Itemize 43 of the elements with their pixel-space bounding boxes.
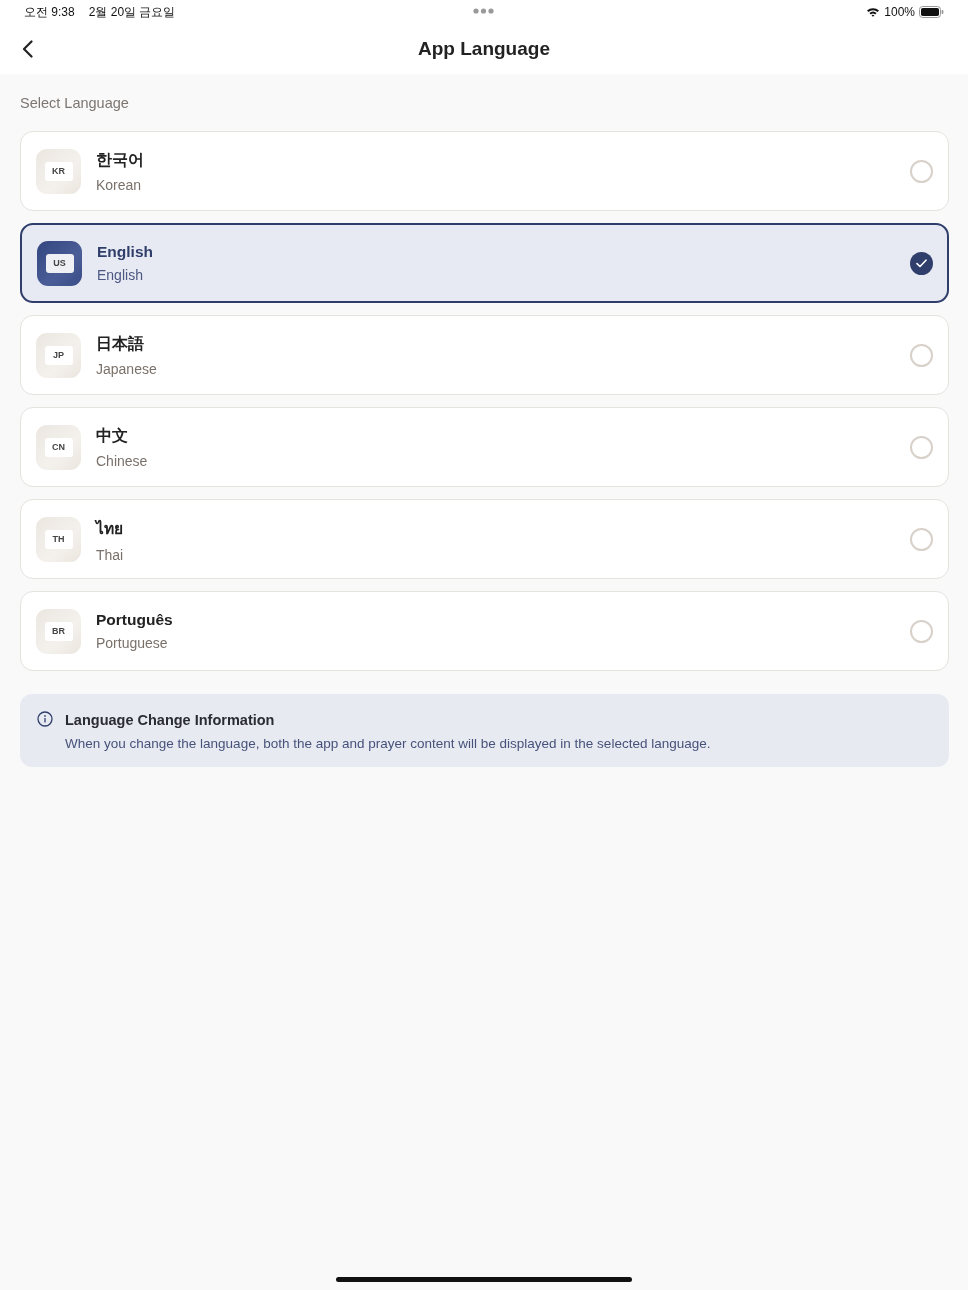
language-name: 日本語 <box>96 333 144 354</box>
language-option[interactable]: JP 日本語 Japanese <box>20 315 949 395</box>
radio-button[interactable] <box>910 619 933 643</box>
country-code: BR <box>44 621 73 641</box>
radio-button[interactable] <box>910 251 933 275</box>
language-option[interactable]: US English English <box>20 223 949 303</box>
status-time: 오전 9:38 <box>24 3 75 21</box>
language-option[interactable]: CN 中文 Chinese <box>20 407 949 487</box>
radio-button[interactable] <box>910 343 933 367</box>
status-date: 2월 20일 금요일 <box>88 3 176 21</box>
info-text: When you change the language, both the app and prayer content will be displayed in the selected language. <box>65 736 711 751</box>
radio-button[interactable] <box>910 527 933 551</box>
wifi-icon <box>866 7 881 17</box>
country-code: JP <box>44 345 73 365</box>
language-name: Português <box>96 611 173 629</box>
language-option[interactable]: TH ไทย Thai <box>20 499 949 579</box>
back-icon <box>21 40 33 58</box>
check-icon <box>916 258 927 268</box>
radio-button[interactable] <box>910 159 933 183</box>
language-name: ไทย <box>96 518 123 539</box>
language-name: English <box>97 243 153 261</box>
language-english-name: Japanese <box>96 360 157 377</box>
country-code: US <box>45 253 74 273</box>
language-option[interactable]: KR 한국어 Korean <box>20 131 949 211</box>
page-title: App Language <box>418 38 550 60</box>
battery-icon <box>919 6 944 18</box>
language-english-name: Thai <box>96 546 124 563</box>
language-english-name: English <box>97 267 143 283</box>
country-code: KR <box>44 161 73 181</box>
section-label: Select Language <box>20 95 129 111</box>
language-english-name: Portuguese <box>96 635 168 651</box>
country-code: TH <box>44 529 73 549</box>
language-english-name: Korean <box>96 176 142 193</box>
country-code: CN <box>44 437 73 457</box>
info-title: Language Change Information <box>65 712 275 728</box>
radio-button[interactable] <box>910 435 933 459</box>
language-name: 한국어 <box>96 149 144 170</box>
battery-percent: 100% <box>884 5 915 19</box>
language-option[interactable]: BR Português Portuguese <box>20 591 949 671</box>
language-english-name: Chinese <box>96 452 148 469</box>
info-icon <box>37 711 53 727</box>
dots-icon[interactable] <box>473 8 494 14</box>
language-name: 中文 <box>96 425 128 446</box>
